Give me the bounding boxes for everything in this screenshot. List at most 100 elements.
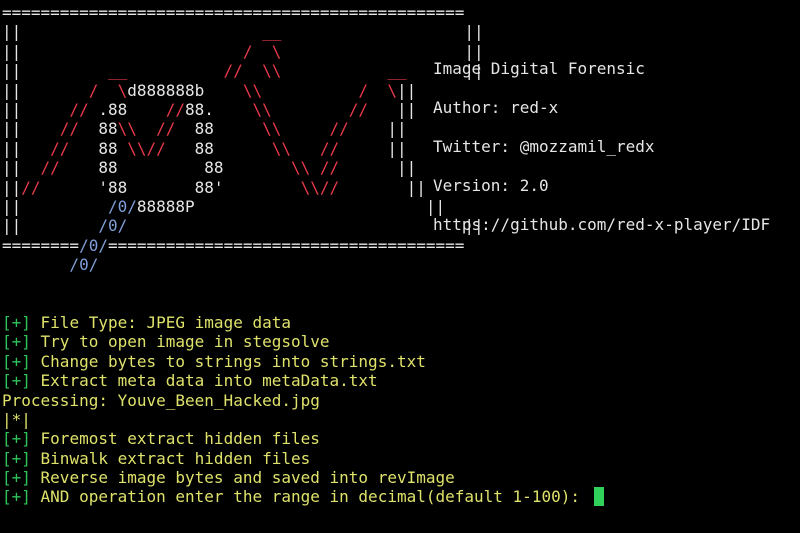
- banner-segment: ========: [2, 235, 80, 255]
- output-line: |*|: [2, 410, 31, 429]
- banner-segment: 88.: [185, 100, 214, 119]
- output-line: [+] Binwalk extract hidden files: [2, 449, 310, 468]
- banner-line: || // 88 88 \\ // ||: [2, 158, 416, 177]
- banner-segment: ||: [2, 61, 22, 81]
- banner-line: || // 88 \\// 88 \\ // ||: [2, 139, 407, 158]
- output-text: Foremost extract hidden files: [30, 429, 320, 448]
- prompt-line[interactable]: [+] AND operation enter the range in dec…: [2, 487, 604, 506]
- status-prefix: [+]: [2, 429, 31, 448]
- output-line: [+] Change bytes to strings into strings…: [2, 352, 426, 371]
- banner-segment: //: [21, 138, 99, 158]
- output-text: Try to open image in stegsolve: [30, 332, 330, 351]
- status-prefix: [+]: [2, 313, 31, 332]
- banner-segment: =====================================: [107, 235, 465, 255]
- banner-segment: //: [21, 158, 99, 178]
- banner-segment: ||: [425, 197, 446, 216]
- banner-segment: \\ //: [117, 119, 176, 139]
- banner-segment: /0/: [21, 216, 465, 236]
- banner-line: || // 88\\ // 88 \\ // ||: [2, 119, 407, 138]
- banner-segment: ||: [2, 158, 22, 178]
- status-prefix: [+]: [2, 487, 31, 506]
- status-prefix: [+]: [2, 332, 31, 351]
- banner-segment: /0/: [21, 197, 137, 216]
- banner-segment: 88888P: [136, 197, 426, 216]
- banner-segment: \\//: [223, 177, 407, 197]
- banner-segment: ||: [396, 80, 417, 100]
- banner-line: || / \d888888b \\ / \||: [2, 81, 416, 100]
- banner-segment: d888888b: [127, 80, 205, 100]
- banner-segment: ========================================…: [2, 3, 465, 22]
- banner-segment: //: [21, 177, 99, 197]
- banner-segment: 88: [165, 138, 214, 158]
- banner-segment: ||: [396, 158, 417, 178]
- terminal-cursor[interactable]: [593, 487, 604, 506]
- banner-segment: 88: [175, 119, 214, 139]
- status-prefix: [+]: [2, 468, 31, 487]
- banner-segment: / \: [21, 41, 465, 61]
- banner-segment: 88 88: [98, 158, 224, 178]
- banner-segment: ||: [387, 138, 407, 158]
- banner-segment: 88: [98, 119, 118, 139]
- tool-title: Image Digital Forensic: [433, 59, 645, 78]
- version-line: Version: 2.0: [433, 176, 549, 195]
- banner-segment: ||: [387, 119, 407, 139]
- range-prompt-text: AND operation enter the range in decimal…: [30, 487, 590, 506]
- banner-segment: ||: [2, 119, 22, 139]
- banner-segment: \\ //: [213, 100, 397, 119]
- status-prefix: [+]: [2, 352, 31, 371]
- output-line: [+] Reverse image bytes and saved into r…: [2, 468, 455, 487]
- banner-segment: ||: [2, 177, 22, 197]
- banner-segment: ||: [406, 177, 426, 197]
- banner-line: || /0/ ||: [2, 216, 484, 235]
- banner-segment: ||: [396, 100, 417, 119]
- banner-line: ========================================…: [2, 3, 464, 22]
- banner-segment: ||: [464, 41, 484, 61]
- banner-line: ========/0/=============================…: [2, 236, 464, 255]
- banner-segment: \\ //: [213, 138, 388, 158]
- banner-line: || // .88 //88. \\ // ||: [2, 100, 416, 119]
- banner-segment: \\ //: [223, 158, 397, 178]
- processing-text: Processing: Youve_Been_Hacked.jpg: [2, 391, 320, 410]
- banner-segment: __: [21, 22, 465, 42]
- banner-segment: \\//: [117, 138, 166, 158]
- banner-segment: /0/: [2, 255, 99, 275]
- banner-line: || /0/88888P ||: [2, 197, 445, 216]
- output-line: [+] Extract meta data into metaData.txt: [2, 371, 378, 390]
- twitter-line: Twitter: @mozzamil_redx: [433, 137, 655, 156]
- banner-segment: ||: [2, 41, 22, 61]
- output-line: [+] Try to open image in stegsolve: [2, 332, 330, 351]
- banner-segment: ||: [2, 216, 22, 236]
- banner-segment: //: [21, 100, 89, 119]
- banner-line: ||// '88 88' \\// ||: [2, 178, 426, 197]
- banner-line: /0/: [2, 255, 98, 274]
- output-text: File Type: JPEG image data: [30, 313, 291, 332]
- output-line: Processing: Youve_Been_Hacked.jpg: [2, 391, 320, 410]
- banner-segment: ||: [2, 22, 22, 42]
- output-text: Extract meta data into metaData.txt: [30, 371, 378, 390]
- banner-segment: \\ / \: [204, 80, 397, 100]
- banner-segment: //: [21, 119, 99, 139]
- status-prefix: [+]: [2, 371, 31, 390]
- banner-line: || __ ||: [2, 22, 484, 41]
- terminal-window: { "banner": { "lines": [ [{"c":"w","t":"…: [0, 0, 800, 533]
- banner-segment: __ // \\ __: [21, 61, 465, 81]
- banner-segment: ||: [2, 80, 22, 100]
- banner-segment: '88 88': [98, 177, 224, 197]
- banner-segment: ||: [2, 197, 22, 216]
- banner-segment: /0/: [79, 235, 108, 255]
- output-line: [+] File Type: JPEG image data: [2, 313, 291, 332]
- output-text: Reverse image bytes and saved into revIm…: [30, 468, 455, 487]
- output-text: Change bytes to strings into strings.txt: [30, 352, 426, 371]
- banner-segment: .88: [88, 100, 166, 119]
- banner-segment: 88: [98, 138, 118, 158]
- banner-line: || __ // \\ __ ||: [2, 61, 484, 80]
- status-prefix: [+]: [2, 449, 31, 468]
- output-line: [+] Foremost extract hidden files: [2, 429, 320, 448]
- banner-segment: ||: [464, 22, 484, 42]
- banner-segment: / \: [21, 80, 128, 100]
- repo-url-line: https://github.com/red-x-player/IDF: [433, 215, 771, 234]
- banner-line: || / \ ||: [2, 42, 484, 61]
- banner-segment: //: [165, 100, 186, 119]
- banner-segment: ||: [2, 100, 22, 119]
- author-line: Author: red-x: [433, 98, 559, 117]
